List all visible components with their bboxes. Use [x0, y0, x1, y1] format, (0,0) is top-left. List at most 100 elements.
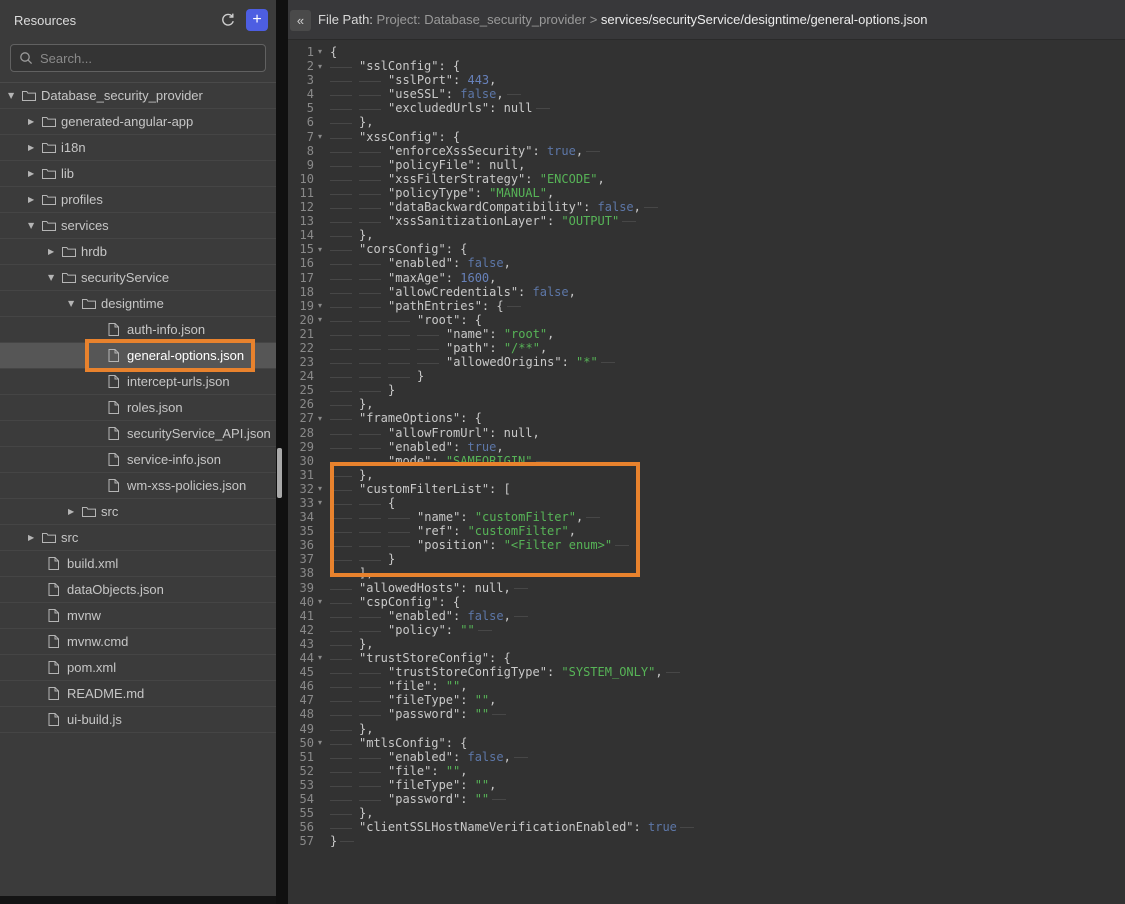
add-resource-button[interactable]: + — [246, 9, 268, 31]
panel-divider[interactable] — [276, 0, 288, 904]
line-number: 41 — [288, 609, 314, 623]
line-number: 38 — [288, 566, 314, 580]
tree-item-services[interactable]: ▼services — [0, 213, 276, 239]
indent-guide — [330, 581, 359, 594]
folder-icon — [42, 168, 56, 179]
indent-guide — [330, 101, 388, 114]
file-icon — [108, 401, 119, 414]
fold-arrow-icon[interactable]: ▾ — [314, 595, 326, 609]
chevron-down-icon[interactable]: ▼ — [28, 221, 42, 230]
tree-item-build.xml[interactable]: build.xml — [0, 551, 276, 577]
line-number: 8 — [288, 144, 314, 158]
tree-item-mvnw.cmd[interactable]: mvnw.cmd — [0, 629, 276, 655]
trailing-whitespace-mark — [536, 461, 550, 462]
chevron-right-icon[interactable]: ▶ — [28, 533, 42, 542]
code-line-6: 6}, — [288, 115, 1125, 129]
collapse-panel-button[interactable]: « — [290, 10, 311, 31]
tree-item-label: pom.xml — [67, 660, 116, 675]
indent-guide — [330, 623, 388, 636]
fold-arrow-icon[interactable]: ▾ — [314, 482, 326, 496]
trailing-whitespace-mark — [514, 616, 528, 617]
fold-arrow-icon[interactable]: ▾ — [314, 45, 326, 59]
folder-icon — [42, 220, 56, 231]
tree-item-Database-security-provider[interactable]: ▼Database_security_provider — [0, 83, 276, 109]
tree-item-label: ui-build.js — [67, 712, 122, 727]
file-icon — [108, 427, 119, 440]
code-line-10: 10"xssFilterStrategy": "ENCODE", — [288, 172, 1125, 186]
line-number: 26 — [288, 397, 314, 411]
fold-arrow-icon[interactable]: ▾ — [314, 130, 326, 144]
chevron-right-icon[interactable]: ▶ — [68, 507, 82, 516]
code-line-22: 22"path": "/**", — [288, 341, 1125, 355]
fold-arrow-icon[interactable]: ▾ — [314, 60, 326, 74]
tree-item-src[interactable]: ▶src — [0, 499, 276, 525]
tree-item-dataObjects.json[interactable]: dataObjects.json — [0, 577, 276, 603]
tree-item-hrdb[interactable]: ▶hrdb — [0, 239, 276, 265]
tree-item-securityService-API.json[interactable]: securityService_API.json — [0, 421, 276, 447]
tree-item-label: auth-info.json — [127, 322, 205, 337]
tree-item-src[interactable]: ▶ src — [0, 525, 276, 551]
resources-panel: Resources + ▼Database_security_provider▶… — [0, 0, 276, 904]
code-line-56: 56"clientSSLHostNameVerificationEnabled"… — [288, 820, 1125, 834]
line-number: 16 — [288, 256, 314, 270]
line-number: 23 — [288, 355, 314, 369]
search-input[interactable] — [40, 51, 240, 66]
code-line-26: 26}, — [288, 397, 1125, 411]
tree-item-label: src — [61, 530, 78, 545]
indent-guide — [330, 524, 417, 537]
tree-item-ui-build.js[interactable]: ui-build.js — [0, 707, 276, 733]
tree-item-lib[interactable]: ▶lib — [0, 161, 276, 187]
chevron-right-icon[interactable]: ▶ — [28, 143, 42, 152]
chevron-down-icon[interactable]: ▼ — [48, 273, 62, 282]
tree-item-roles.json[interactable]: roles.json — [0, 395, 276, 421]
tree-item-intercept-urls.json[interactable]: intercept-urls.json — [0, 369, 276, 395]
tree-item-README.md[interactable]: README.md — [0, 681, 276, 707]
tree-item-general-options.json[interactable]: general-options.json — [0, 343, 276, 369]
chevron-down-icon[interactable]: ▼ — [8, 91, 22, 100]
sidebar-horizontal-scrollbar[interactable] — [0, 896, 276, 904]
chevron-down-icon[interactable]: ▼ — [68, 299, 82, 308]
fold-arrow-icon[interactable]: ▾ — [314, 496, 326, 510]
fold-arrow-icon[interactable]: ▾ — [314, 736, 326, 750]
tree-item-generated-angular-app[interactable]: ▶generated-angular-app — [0, 109, 276, 135]
tree-item-label: intercept-urls.json — [127, 374, 230, 389]
tree-item-label: wm-xss-policies.json — [127, 478, 246, 493]
refresh-icon — [220, 12, 236, 28]
tree-item-auth-info.json[interactable]: auth-info.json — [0, 317, 276, 343]
fold-arrow-icon[interactable]: ▾ — [314, 313, 326, 327]
line-number: 22 — [288, 341, 314, 355]
indent-guide — [330, 792, 388, 805]
tree-item-service-info.json[interactable]: service-info.json — [0, 447, 276, 473]
refresh-button[interactable] — [218, 10, 238, 30]
fold-arrow-icon[interactable]: ▾ — [314, 412, 326, 426]
file-path-separator: > — [590, 12, 601, 27]
line-number: 35 — [288, 524, 314, 538]
indent-guide — [330, 778, 388, 791]
resource-tree: ▼Database_security_provider▶generated-an… — [0, 82, 276, 733]
file-path-project: Project: Database_security_provider — [377, 12, 590, 27]
indent-guide — [330, 313, 417, 326]
search-icon — [19, 51, 33, 65]
code-line-16: 16"enabled": false, — [288, 256, 1125, 270]
chevron-right-icon[interactable]: ▶ — [28, 195, 42, 204]
editor-pane: « File Path: Project: Database_security_… — [288, 0, 1125, 904]
fold-arrow-icon[interactable]: ▾ — [314, 651, 326, 665]
fold-arrow-icon[interactable]: ▾ — [314, 299, 326, 313]
tree-item-wm-xss-policies.json[interactable]: wm-xss-policies.json — [0, 473, 276, 499]
tree-item-designtime[interactable]: ▼designtime — [0, 291, 276, 317]
chevron-right-icon[interactable]: ▶ — [28, 117, 42, 126]
tree-item-securityService[interactable]: ▼securityService — [0, 265, 276, 291]
tree-item-i18n[interactable]: ▶i18n — [0, 135, 276, 161]
indent-guide — [330, 538, 417, 551]
chevron-right-icon[interactable]: ▶ — [28, 169, 42, 178]
tree-item-label: profiles — [61, 192, 103, 207]
fold-arrow-icon[interactable]: ▾ — [314, 243, 326, 257]
tree-item-profiles[interactable]: ▶ profiles — [0, 187, 276, 213]
tree-item-pom.xml[interactable]: pom.xml — [0, 655, 276, 681]
scrollbar-thumb[interactable] — [277, 448, 282, 498]
file-icon — [48, 583, 59, 596]
code-editor[interactable]: 1▾{2▾"sslConfig": {3"sslPort": 443,4"use… — [288, 40, 1125, 904]
indent-guide — [330, 73, 388, 86]
chevron-right-icon[interactable]: ▶ — [48, 247, 62, 256]
tree-item-mvnw[interactable]: mvnw — [0, 603, 276, 629]
